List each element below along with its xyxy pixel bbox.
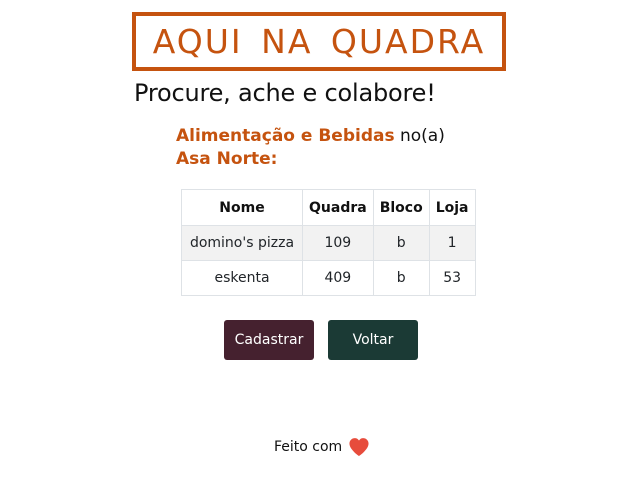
heart-icon (348, 437, 370, 457)
cell-bloco: b (372, 225, 430, 261)
cell-quadra: 109 (302, 225, 374, 261)
cell-loja: 1 (428, 225, 476, 261)
table-row: domino's pizza 109 b 1 (181, 225, 476, 261)
table-row: eskenta 409 b 53 (181, 260, 476, 296)
page-heading: Alimentação e Bebidas no(a) Asa Norte: (176, 125, 445, 171)
footer-text: Feito com (274, 439, 343, 455)
footer: Feito com (274, 437, 370, 457)
back-button[interactable]: Voltar (328, 320, 418, 360)
table-header-row: Nome Quadra Bloco Loja (181, 189, 476, 226)
cell-quadra: 409 (302, 260, 374, 296)
tagline: Procure, ache e colabore! (134, 79, 436, 107)
column-header-nome: Nome (181, 189, 303, 226)
site-logo[interactable]: AQUI NA QUADRA (132, 12, 506, 71)
cell-nome: domino's pizza (181, 225, 303, 261)
register-button[interactable]: Cadastrar (224, 320, 314, 360)
category-name: Alimentação e Bebidas (176, 126, 395, 146)
heading-connector: no(a) (400, 126, 445, 146)
logo-text: AQUI NA QUADRA (152, 22, 486, 61)
page: AQUI NA QUADRA Procure, ache e colabore!… (0, 0, 643, 477)
cell-loja: 53 (428, 260, 476, 296)
column-header-loja: Loja (428, 189, 476, 226)
places-table: Nome Quadra Bloco Loja domino's pizza 10… (181, 189, 476, 296)
region-name: Asa Norte: (176, 149, 278, 169)
column-header-bloco: Bloco (372, 189, 430, 226)
cell-nome: eskenta (181, 260, 303, 296)
column-header-quadra: Quadra (302, 189, 374, 226)
cell-bloco: b (372, 260, 430, 296)
